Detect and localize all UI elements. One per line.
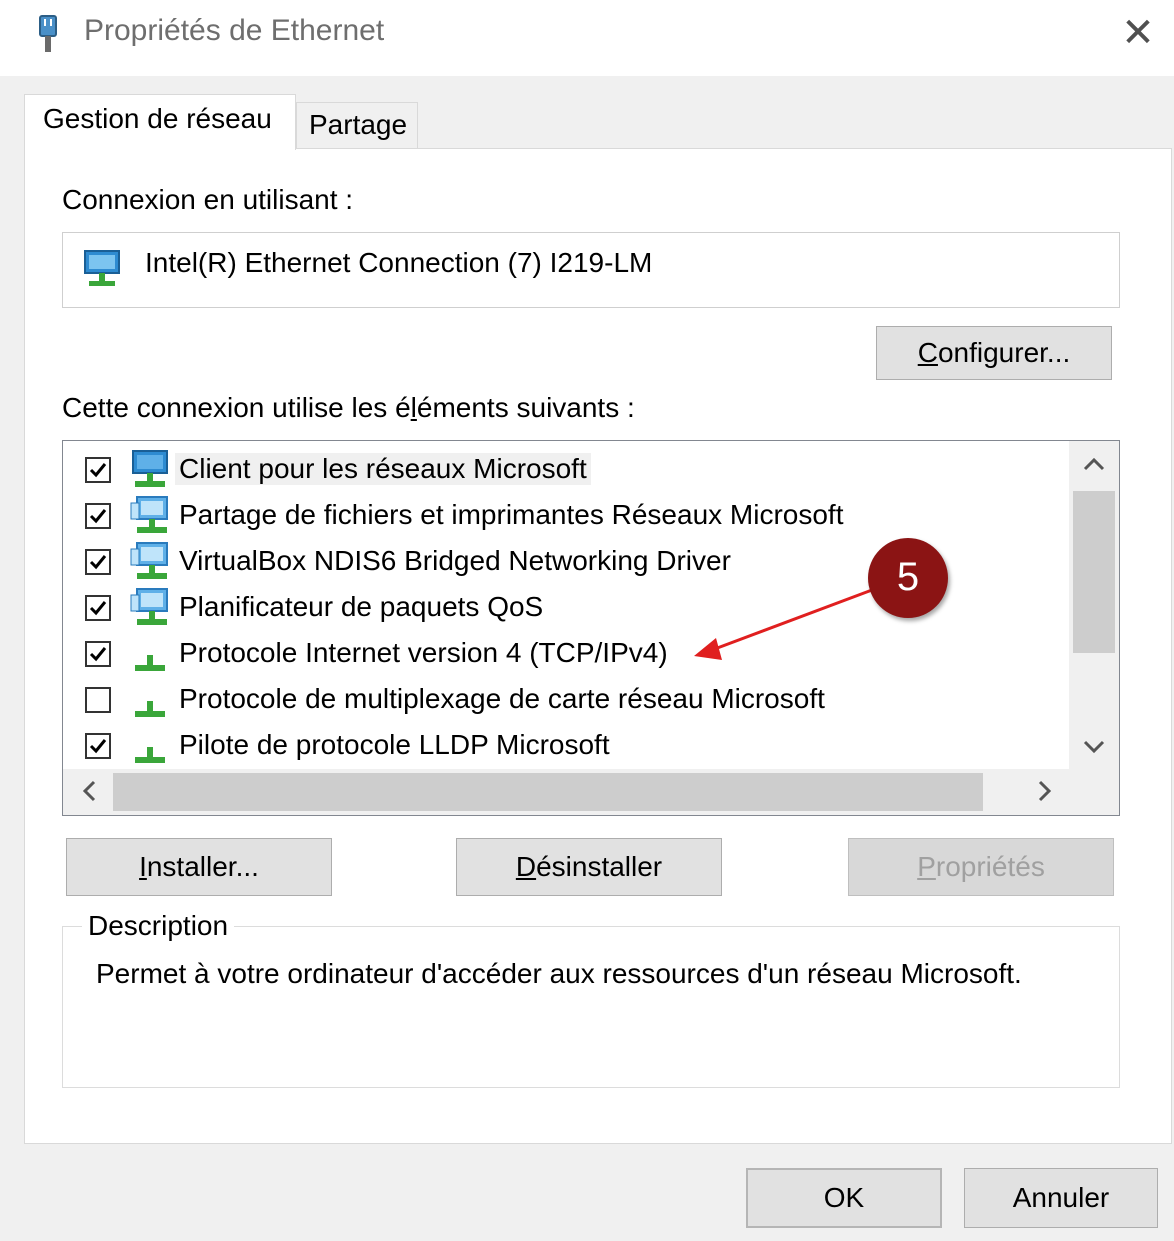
scroll-down-arrow[interactable] [1069, 731, 1119, 762]
chevron-down-icon [1083, 740, 1105, 754]
tab-sharing[interactable]: Partage [296, 102, 418, 148]
components-list[interactable]: Client pour les réseaux Microsoft Partage… [62, 440, 1120, 816]
checkmark-icon [89, 647, 107, 662]
adapter-name: Intel(R) Ethernet Connection (7) I219-LM [145, 247, 653, 278]
network-adapter-icon [84, 250, 120, 286]
list-item[interactable]: Client pour les réseaux Microsoft [63, 447, 1063, 493]
configure-button[interactable]: Configurer... [876, 326, 1112, 380]
network-service-icon [129, 587, 171, 629]
network-protocol-icon [129, 679, 171, 721]
vertical-scroll-thumb[interactable] [1073, 491, 1115, 653]
install-button[interactable]: Installer... [66, 838, 332, 896]
checkmark-icon [89, 463, 107, 478]
window-title: Propriétés de Ethernet [84, 14, 385, 47]
title-bar: Propriétés de Ethernet ✕ [0, 0, 1174, 76]
item-checkbox[interactable] [85, 549, 111, 575]
item-checkbox[interactable] [85, 503, 111, 529]
item-checkbox[interactable] [85, 595, 111, 621]
ok-button[interactable]: OK [746, 1168, 942, 1228]
scroll-up-arrow[interactable] [1069, 451, 1119, 479]
list-item[interactable]: Protocole de multiplexage de carte résea… [63, 677, 1063, 723]
cancel-button[interactable]: Annuler [964, 1168, 1158, 1228]
item-label: Client pour les réseaux Microsoft [175, 453, 591, 485]
horizontal-scrollbar[interactable] [63, 769, 1119, 815]
properties-button[interactable]: Propriétés [848, 838, 1114, 896]
scroll-left-arrow[interactable] [75, 779, 103, 810]
network-service-icon [129, 495, 171, 537]
item-checkbox[interactable] [85, 641, 111, 667]
description-text: Permet à votre ordinateur d'accéder aux … [96, 958, 1022, 989]
list-item[interactable]: Pilote de protocole LLDP Microsoft [63, 723, 1063, 769]
components-label: Cette connexion utilise les éléments sui… [62, 392, 635, 423]
list-item[interactable]: Partage de fichiers et imprimantes Résea… [63, 493, 1063, 539]
item-label: Pilote de protocole LLDP Microsoft [179, 729, 610, 760]
chevron-up-icon [1083, 457, 1105, 471]
checkmark-icon [89, 555, 107, 570]
network-protocol-icon [129, 725, 171, 767]
close-button[interactable]: ✕ [1110, 10, 1166, 60]
horizontal-scroll-thumb[interactable] [113, 773, 983, 811]
description-legend: Description [82, 910, 235, 942]
network-service-icon [129, 541, 171, 583]
step-badge: 5 [868, 538, 948, 618]
item-label: VirtualBox NDIS6 Bridged Networking Driv… [179, 545, 731, 576]
uninstall-button[interactable]: Désinstaller [456, 838, 722, 896]
vertical-scrollbar[interactable] [1069, 441, 1119, 769]
item-label: Partage de fichiers et imprimantes Résea… [179, 499, 844, 530]
scroll-right-arrow[interactable] [1031, 779, 1059, 810]
chevron-left-icon [82, 780, 96, 802]
network-client-icon [129, 449, 171, 491]
connect-using-label: Connexion en utilisant : [62, 184, 354, 215]
description-group [62, 926, 1120, 1088]
checkmark-icon [89, 509, 107, 524]
checkmark-icon [89, 601, 107, 616]
adapter-field: Intel(R) Ethernet Connection (7) I219-LM [62, 232, 1120, 308]
item-label: Planificateur de paquets QoS [179, 591, 544, 622]
item-checkbox[interactable] [85, 687, 111, 713]
chevron-right-icon [1038, 780, 1052, 802]
tab-networking[interactable]: Gestion de réseau [24, 94, 296, 150]
checkmark-icon [89, 739, 107, 754]
item-label: Protocole Internet version 4 (TCP/IPv4) [179, 637, 668, 668]
ethernet-plug-icon [39, 15, 57, 52]
item-checkbox[interactable] [85, 733, 111, 759]
list-item[interactable]: Protocole Internet version 4 (TCP/IPv4) [63, 631, 1063, 677]
network-protocol-icon [129, 633, 171, 675]
item-label: Protocole de multiplexage de carte résea… [179, 683, 825, 714]
item-checkbox[interactable] [85, 457, 111, 483]
